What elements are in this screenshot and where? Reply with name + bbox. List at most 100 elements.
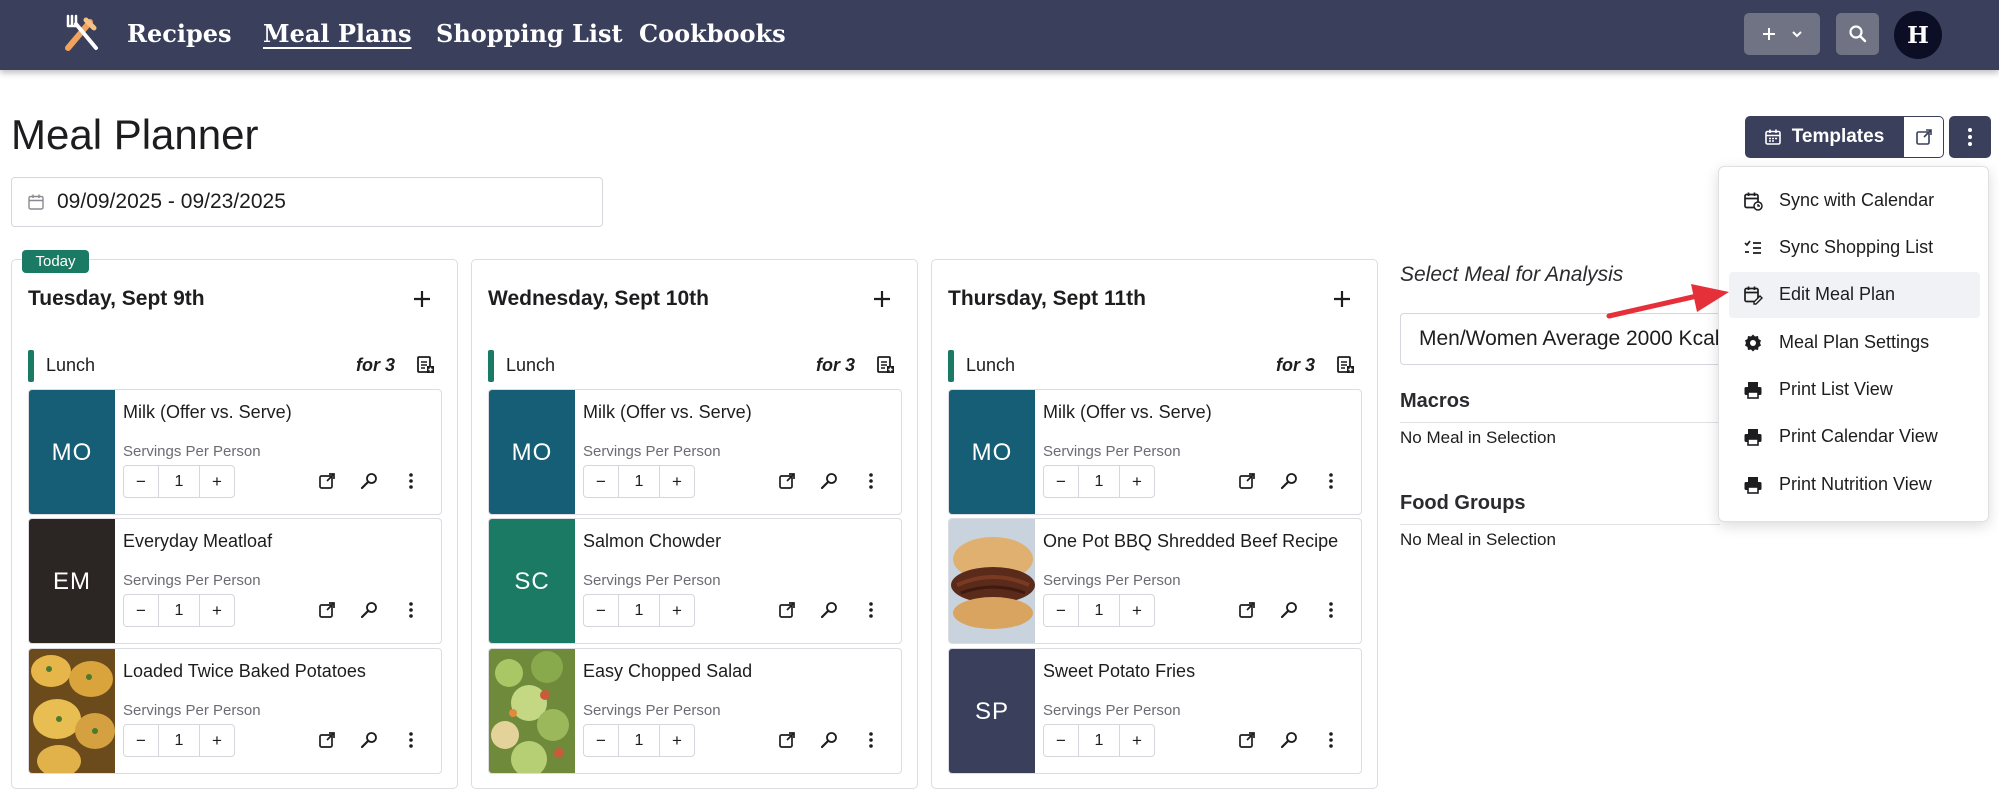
swap-recipe-icon[interactable] bbox=[1277, 469, 1301, 493]
recipe-thumbnail[interactable]: MO bbox=[29, 390, 115, 514]
open-external-button[interactable] bbox=[1903, 116, 1944, 158]
decrement-button[interactable]: − bbox=[124, 725, 158, 756]
recipe-card[interactable]: MO Milk (Offer vs. Serve) Servings Per P… bbox=[488, 389, 902, 515]
menu-item-print-nutrition-view[interactable]: Print Nutrition View bbox=[1729, 462, 1980, 508]
recipe-options-icon[interactable] bbox=[1319, 469, 1343, 493]
decrement-button[interactable]: − bbox=[584, 725, 618, 756]
menu-item-sync-shopping-list[interactable]: Sync Shopping List bbox=[1729, 225, 1980, 271]
recipe-name[interactable]: Easy Chopped Salad bbox=[583, 661, 752, 682]
recipe-name[interactable]: Sweet Potato Fries bbox=[1043, 661, 1195, 682]
servings-value[interactable]: 1 bbox=[1078, 595, 1120, 626]
recipe-name[interactable]: Milk (Offer vs. Serve) bbox=[123, 402, 292, 423]
servings-value[interactable]: 1 bbox=[1078, 466, 1120, 497]
increment-button[interactable]: + bbox=[1120, 466, 1154, 497]
servings-value[interactable]: 1 bbox=[1078, 725, 1120, 756]
recipe-card[interactable]: SC Salmon Chowder Servings Per Person − … bbox=[488, 518, 902, 644]
swap-recipe-icon[interactable] bbox=[1277, 598, 1301, 622]
nav-link-meal-plans[interactable]: Meal Plans bbox=[263, 19, 412, 49]
recipe-name[interactable]: Salmon Chowder bbox=[583, 531, 721, 552]
increment-button[interactable]: + bbox=[200, 595, 234, 626]
recipe-photo[interactable] bbox=[29, 649, 115, 773]
open-recipe-icon[interactable] bbox=[315, 598, 339, 622]
decrement-button[interactable]: − bbox=[584, 595, 618, 626]
open-recipe-icon[interactable] bbox=[775, 728, 799, 752]
swap-recipe-icon[interactable] bbox=[817, 469, 841, 493]
templates-button[interactable]: Templates bbox=[1745, 116, 1903, 158]
recipe-options-icon[interactable] bbox=[859, 469, 883, 493]
open-recipe-icon[interactable] bbox=[315, 469, 339, 493]
recipe-card[interactable]: MO Milk (Offer vs. Serve) Servings Per P… bbox=[948, 389, 1362, 515]
increment-button[interactable]: + bbox=[660, 725, 694, 756]
recipe-card[interactable]: SP Sweet Potato Fries Servings Per Perso… bbox=[948, 648, 1362, 774]
recipe-card[interactable]: EM Everyday Meatloaf Servings Per Person… bbox=[28, 518, 442, 644]
recipe-options-icon[interactable] bbox=[399, 469, 423, 493]
recipe-name[interactable]: Everyday Meatloaf bbox=[123, 531, 272, 552]
increment-button[interactable]: + bbox=[1120, 725, 1154, 756]
swap-recipe-icon[interactable] bbox=[357, 728, 381, 752]
decrement-button[interactable]: − bbox=[124, 595, 158, 626]
open-recipe-icon[interactable] bbox=[775, 598, 799, 622]
date-range-input[interactable]: 09/09/2025 - 09/23/2025 bbox=[11, 177, 603, 227]
recipe-thumbnail[interactable]: MO bbox=[489, 390, 575, 514]
decrement-button[interactable]: − bbox=[1044, 595, 1078, 626]
menu-item-meal-plan-settings[interactable]: Meal Plan Settings bbox=[1729, 320, 1980, 366]
add-new-button[interactable] bbox=[1744, 13, 1820, 55]
swap-recipe-icon[interactable] bbox=[817, 598, 841, 622]
recipe-card[interactable]: One Pot BBQ Shredded Beef Recipe Serving… bbox=[948, 518, 1362, 644]
increment-button[interactable]: + bbox=[660, 595, 694, 626]
increment-button[interactable]: + bbox=[1120, 595, 1154, 626]
open-recipe-icon[interactable] bbox=[1235, 598, 1259, 622]
recipe-photo[interactable] bbox=[949, 519, 1035, 643]
servings-value[interactable]: 1 bbox=[158, 466, 200, 497]
recipe-thumbnail[interactable]: MO bbox=[949, 390, 1035, 514]
recipe-thumbnail[interactable]: SC bbox=[489, 519, 575, 643]
recipe-options-icon[interactable] bbox=[1319, 598, 1343, 622]
recipe-card[interactable]: Easy Chopped Salad Servings Per Person −… bbox=[488, 648, 902, 774]
recipe-photo[interactable] bbox=[489, 649, 575, 773]
increment-button[interactable]: + bbox=[200, 466, 234, 497]
servings-value[interactable]: 1 bbox=[158, 725, 200, 756]
recipe-name[interactable]: Loaded Twice Baked Potatoes bbox=[123, 661, 366, 682]
open-recipe-icon[interactable] bbox=[1235, 469, 1259, 493]
recipe-thumbnail[interactable]: EM bbox=[29, 519, 115, 643]
nav-link-shopping-list[interactable]: Shopping List bbox=[436, 19, 623, 49]
recipe-options-icon[interactable] bbox=[399, 598, 423, 622]
servings-value[interactable]: 1 bbox=[618, 466, 660, 497]
recipe-options-icon[interactable] bbox=[859, 598, 883, 622]
recipe-options-icon[interactable] bbox=[859, 728, 883, 752]
swap-recipe-icon[interactable] bbox=[817, 728, 841, 752]
decrement-button[interactable]: − bbox=[1044, 466, 1078, 497]
recipe-name[interactable]: One Pot BBQ Shredded Beef Recipe bbox=[1043, 531, 1338, 552]
shopping-list-icon[interactable] bbox=[415, 354, 437, 376]
nav-link-recipes[interactable]: Recipes bbox=[127, 19, 232, 49]
search-button[interactable] bbox=[1836, 13, 1879, 55]
menu-item-print-list-view[interactable]: Print List View bbox=[1729, 367, 1980, 413]
user-avatar[interactable]: H bbox=[1894, 11, 1942, 59]
add-meal-button[interactable] bbox=[409, 286, 435, 312]
recipe-name[interactable]: Milk (Offer vs. Serve) bbox=[1043, 402, 1212, 423]
decrement-button[interactable]: − bbox=[584, 466, 618, 497]
increment-button[interactable]: + bbox=[660, 466, 694, 497]
shopping-list-icon[interactable] bbox=[875, 354, 897, 376]
open-recipe-icon[interactable] bbox=[1235, 728, 1259, 752]
increment-button[interactable]: + bbox=[200, 725, 234, 756]
menu-item-edit-meal-plan[interactable]: Edit Meal Plan bbox=[1729, 272, 1980, 318]
more-options-button[interactable] bbox=[1949, 116, 1991, 158]
nav-link-cookbooks[interactable]: Cookbooks bbox=[639, 19, 786, 49]
decrement-button[interactable]: − bbox=[124, 466, 158, 497]
open-recipe-icon[interactable] bbox=[315, 728, 339, 752]
servings-value[interactable]: 1 bbox=[618, 725, 660, 756]
recipe-card[interactable]: Loaded Twice Baked Potatoes Servings Per… bbox=[28, 648, 442, 774]
swap-recipe-icon[interactable] bbox=[1277, 728, 1301, 752]
add-meal-button[interactable] bbox=[1329, 286, 1355, 312]
menu-item-sync-calendar[interactable]: Sync with Calendar bbox=[1729, 178, 1980, 224]
recipe-thumbnail[interactable]: SP bbox=[949, 649, 1035, 773]
swap-recipe-icon[interactable] bbox=[357, 598, 381, 622]
recipe-card[interactable]: MO Milk (Offer vs. Serve) Servings Per P… bbox=[28, 389, 442, 515]
swap-recipe-icon[interactable] bbox=[357, 469, 381, 493]
servings-value[interactable]: 1 bbox=[618, 595, 660, 626]
menu-item-print-calendar-view[interactable]: Print Calendar View bbox=[1729, 414, 1980, 460]
open-recipe-icon[interactable] bbox=[775, 469, 799, 493]
recipe-options-icon[interactable] bbox=[1319, 728, 1343, 752]
recipe-name[interactable]: Milk (Offer vs. Serve) bbox=[583, 402, 752, 423]
